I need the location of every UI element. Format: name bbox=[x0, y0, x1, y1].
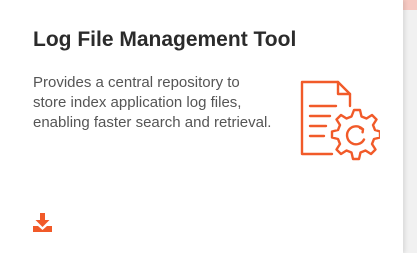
log-file-gear-icon bbox=[300, 80, 380, 161]
card-title: Log File Management Tool bbox=[33, 28, 297, 51]
page: Log File Management Tool Provides a cent… bbox=[0, 0, 417, 253]
card-description: Provides a central repository to store i… bbox=[33, 74, 272, 131]
download-icon[interactable] bbox=[32, 212, 53, 233]
tool-card[interactable]: Log File Management Tool Provides a cent… bbox=[0, 0, 403, 253]
